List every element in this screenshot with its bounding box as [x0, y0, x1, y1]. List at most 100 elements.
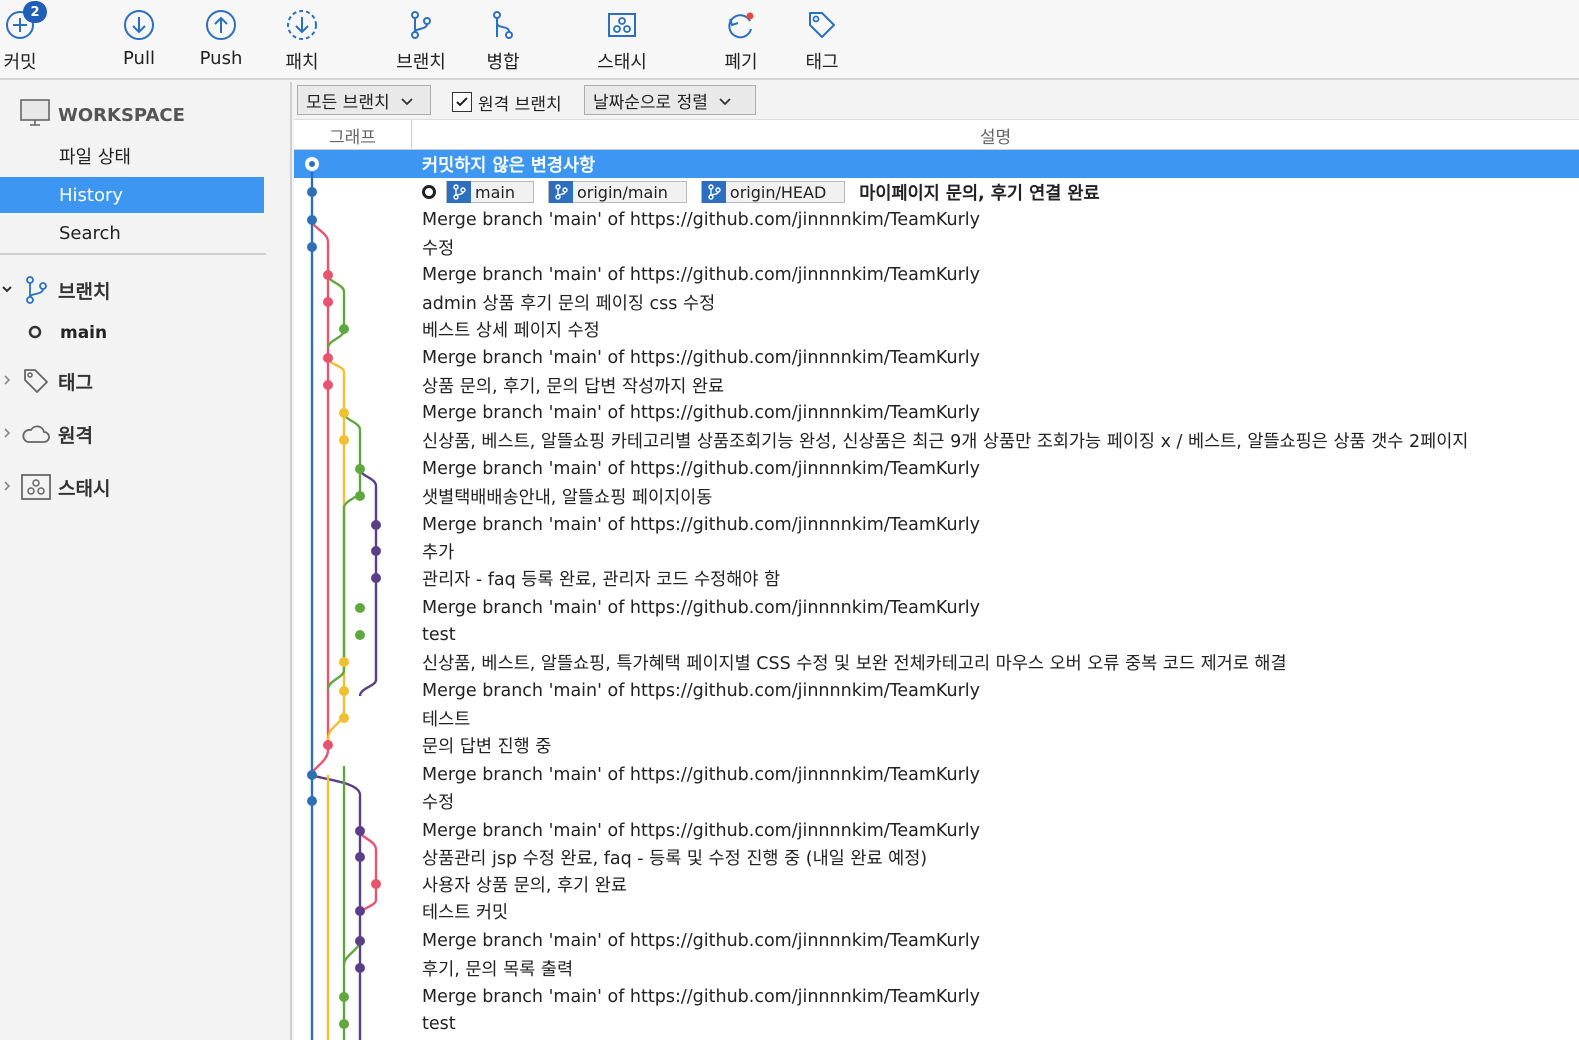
branch-ref-label[interactable]: origin/main: [547, 181, 687, 203]
commit-description: 신상품, 베스트, 알뜰쇼핑 카테고리별 상품조회기능 완성, 신상품은 최근 …: [422, 426, 1468, 454]
commit-row[interactable]: admin 상품 후기 문의 페이징 css 수정: [294, 288, 1579, 316]
commit-message: 마이페이지 문의, 후기 연결 완료: [859, 183, 1100, 204]
uncommitted-changes-row[interactable]: 커밋하지 않은 변경사항: [294, 150, 1579, 178]
commit-message: 문의 답변 진행 중: [422, 736, 552, 757]
sidebar-item-search[interactable]: Search: [0, 215, 264, 251]
commit-row[interactable]: Merge branch 'main' of https://github.co…: [294, 817, 1579, 845]
sort-dropdown[interactable]: 날짜순으로 정렬: [584, 85, 756, 115]
sidebar-item-file-status[interactable]: 파일 상태: [0, 138, 264, 174]
commit-row[interactable]: Merge branch 'main' of https://github.co…: [294, 927, 1579, 955]
commit-description: Merge branch 'main' of https://github.co…: [422, 594, 980, 622]
current-branch-icon: [28, 324, 42, 343]
sidebar-item-history[interactable]: History: [0, 177, 264, 213]
tag-button[interactable]: 태그: [782, 0, 862, 80]
commit-row[interactable]: 수정: [294, 233, 1579, 261]
commit-message: 수정: [422, 238, 455, 259]
pull-label: Pull: [123, 48, 155, 69]
commit-message: Merge branch 'main' of https://github.co…: [422, 821, 981, 841]
branch-ref-label[interactable]: main: [446, 181, 534, 203]
branch-icon: [548, 181, 573, 203]
commit-description: 관리자 - faq 등록 완료, 관리자 코드 수정해야 함: [422, 564, 780, 592]
commit-row[interactable]: Merge branch 'main' of https://github.co…: [294, 261, 1579, 289]
commit-button[interactable]: 2 커밋: [0, 0, 60, 80]
remote-branches-checkbox[interactable]: 원격 브랜치: [452, 90, 562, 115]
workspace-label: WORKSPACE: [58, 104, 185, 126]
branch-filter-dropdown[interactable]: 모든 브랜치: [297, 85, 431, 115]
commit-row[interactable]: 상품 문의, 후기, 문의 답변 작성까지 완료: [294, 371, 1579, 399]
commit-description: main origin/main origin/HEAD 마이페이지 문의, 후기 연…: [422, 178, 1100, 206]
commit-row[interactable]: 샛별택배배송안내, 알뜰쇼핑 페이지이동: [294, 482, 1579, 510]
graph-column-header[interactable]: 그래프: [294, 120, 412, 150]
commit-row[interactable]: 후기, 문의 목록 출력: [294, 954, 1579, 982]
commit-row[interactable]: Merge branch 'main' of https://github.co…: [294, 344, 1579, 372]
commit-row[interactable]: Merge branch 'main' of https://github.co…: [294, 983, 1579, 1011]
commit-message: 관리자 - faq 등록 완료, 관리자 코드 수정해야 함: [422, 569, 781, 590]
commit-description: 베스트 상세 페이지 수정: [422, 315, 600, 343]
pull-button[interactable]: Pull: [99, 0, 179, 80]
sidebar-divider: [0, 253, 266, 255]
commit-row[interactable]: 신상품, 베스트, 알뜰쇼핑 카테고리별 상품조회기능 완성, 신상품은 최근 …: [294, 426, 1579, 454]
commit-row[interactable]: Merge branch 'main' of https://github.co…: [294, 594, 1579, 622]
commit-message: 수정: [422, 792, 455, 813]
push-label: Push: [199, 48, 243, 69]
commit-description: 사용자 상품 문의, 후기 완료: [422, 870, 627, 898]
commit-message: 추가: [422, 542, 455, 563]
commit-row[interactable]: 문의 답변 진행 중: [294, 731, 1579, 759]
tag-icon: [20, 365, 52, 397]
commit-message: 테스트: [422, 709, 471, 730]
tags-section[interactable]: 태그: [0, 363, 93, 399]
branch-icon: [20, 274, 52, 306]
commit-description: 커밋하지 않은 변경사항: [422, 150, 595, 178]
commit-label: 커밋: [3, 52, 37, 73]
discard-button[interactable]: 폐기: [701, 0, 781, 80]
branch-ref-label[interactable]: origin/HEAD: [700, 181, 846, 203]
commit-row[interactable]: 관리자 - faq 등록 완료, 관리자 코드 수정해야 함: [294, 564, 1579, 592]
commit-message: 상품관리 jsp 수정 완료, faq - 등록 및 수정 진행 중 (내일 완…: [422, 848, 928, 869]
commit-count-badge: 2: [23, 1, 47, 23]
branch-button[interactable]: 브랜치: [381, 0, 461, 80]
fetch-button[interactable]: 패치: [262, 0, 342, 80]
dashed-arrow-down-circle-icon: [283, 6, 321, 44]
commit-row[interactable]: 테스트: [294, 704, 1579, 732]
merge-button[interactable]: 병합: [463, 0, 543, 80]
description-column-header[interactable]: 설명: [412, 120, 1579, 150]
commit-row[interactable]: main origin/main origin/HEAD 마이페이지 문의, 후기 연…: [294, 178, 1579, 206]
remotes-section[interactable]: 원격: [0, 416, 93, 452]
commit-message: 신상품, 베스트, 알뜰쇼핑, 특가혜택 페이지별 CSS 수정 및 보완 전체…: [422, 653, 1287, 674]
commit-message: 사용자 상품 문의, 후기 완료: [422, 875, 627, 896]
commit-row[interactable]: test: [294, 621, 1579, 649]
commit-description: Merge branch 'main' of https://github.co…: [422, 399, 980, 427]
commit-row[interactable]: Merge branch 'main' of https://github.co…: [294, 511, 1579, 539]
dropdown-value: 날짜순으로 정렬: [593, 92, 708, 113]
commit-row[interactable]: Merge branch 'main' of https://github.co…: [294, 677, 1579, 705]
commit-row[interactable]: test: [294, 1010, 1579, 1038]
commit-row[interactable]: Merge branch 'main' of https://github.co…: [294, 206, 1579, 234]
chevron-down-icon: [0, 281, 14, 299]
commit-row[interactable]: 베스트 상세 페이지 수정: [294, 315, 1579, 343]
sidebar-branch-main[interactable]: main: [28, 318, 107, 348]
commit-row[interactable]: 수정: [294, 787, 1579, 815]
stash-icon: [20, 471, 52, 503]
commit-row[interactable]: Merge branch 'main' of https://github.co…: [294, 455, 1579, 483]
workspace-header: WORKSPACE: [20, 98, 185, 132]
commit-description: Merge branch 'main' of https://github.co…: [422, 261, 980, 289]
push-button[interactable]: Push: [181, 0, 261, 80]
commit-description: Merge branch 'main' of https://github.co…: [422, 344, 980, 372]
tags-label: 태그: [58, 371, 93, 394]
commit-row[interactable]: Merge branch 'main' of https://github.co…: [294, 399, 1579, 427]
commit-row[interactable]: Merge branch 'main' of https://github.co…: [294, 761, 1579, 789]
stash-button[interactable]: 스태시: [582, 0, 662, 80]
sidebar: WORKSPACE 파일 상태 History Search 브랜치 main: [0, 82, 292, 1040]
stashes-section[interactable]: 스태시: [0, 469, 110, 505]
chevron-down-icon: [718, 93, 732, 107]
sourcetree-window: { "toolbar": { "commit": {"label": "커밋",…: [0, 0, 1579, 1040]
commit-row[interactable]: 사용자 상품 문의, 후기 완료: [294, 870, 1579, 898]
commit-row[interactable]: 테스트 커밋: [294, 897, 1579, 925]
commit-message: test: [422, 1014, 456, 1034]
branches-section[interactable]: 브랜치: [0, 272, 110, 308]
discard-icon: [722, 6, 760, 44]
commit-row[interactable]: 추가: [294, 537, 1579, 565]
commit-row[interactable]: 신상품, 베스트, 알뜰쇼핑, 특가혜택 페이지별 CSS 수정 및 보완 전체…: [294, 648, 1579, 676]
merge-label: 병합: [486, 52, 520, 73]
commit-row[interactable]: 상품관리 jsp 수정 완료, faq - 등록 및 수정 진행 중 (내일 완…: [294, 843, 1579, 871]
